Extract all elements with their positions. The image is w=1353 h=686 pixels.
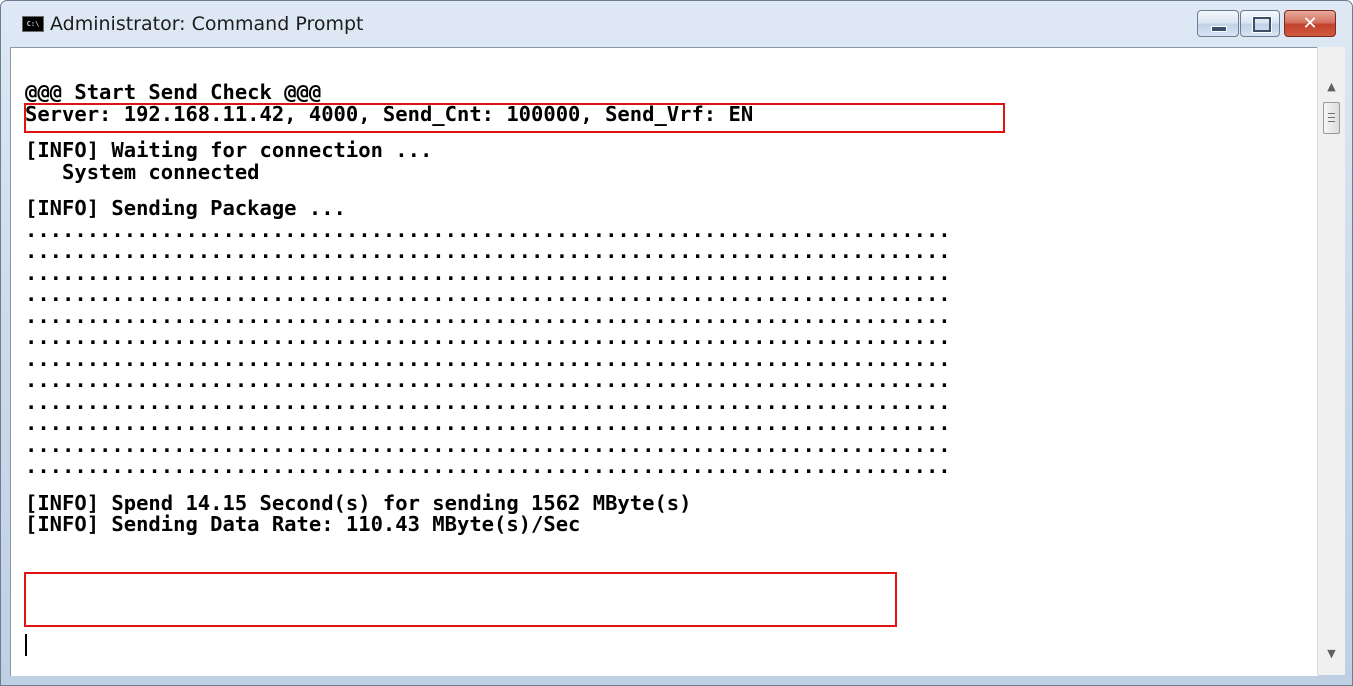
console-line: Server: 192.168.11.42, 4000, Send_Cnt: 1… — [25, 101, 754, 126]
vertical-scrollbar[interactable]: ▲ ▼ — [1317, 47, 1345, 675]
minimize-button[interactable] — [1197, 10, 1239, 37]
title-bar[interactable]: C:\ Administrator: Command Prompt ✕ — [1, 1, 1352, 47]
close-button[interactable]: ✕ — [1284, 10, 1336, 37]
highlight-box-summary-lines — [24, 572, 897, 627]
down-arrow-icon[interactable]: ▼ — [1318, 643, 1345, 665]
console-line: System connected — [25, 159, 260, 184]
minimize-icon — [1211, 26, 1227, 32]
command-prompt-window: C:\ Administrator: Command Prompt ✕ @@@ … — [0, 0, 1353, 686]
console-line: [INFO] Sending Package ... — [25, 196, 346, 220]
window-bottom-frame — [1, 675, 1352, 685]
console-line: ........................................… — [25, 389, 951, 414]
console-line: ........................................… — [25, 432, 951, 457]
console-line: ........................................… — [25, 303, 951, 328]
console-output[interactable]: @@@ Start Send Check @@@ Server: 192.168.… — [10, 47, 1318, 676]
maximize-icon — [1253, 17, 1271, 32]
text-cursor — [25, 634, 27, 656]
up-arrow-icon[interactable]: ▲ — [1318, 76, 1345, 98]
console-line: ........................................… — [25, 368, 951, 392]
console-line: ........................................… — [25, 282, 951, 306]
console-app-icon[interactable]: C:\ — [22, 16, 44, 32]
console-line: ........................................… — [25, 325, 951, 349]
close-icon: ✕ — [1302, 13, 1318, 34]
window-title: Administrator: Command Prompt — [50, 13, 364, 35]
console-line: ........................................… — [25, 217, 951, 242]
console-line: [INFO] Sending Data Rate: 110.43 MByte(s… — [25, 512, 581, 536]
console-line: ........................................… — [25, 346, 951, 371]
console-line: ........................................… — [25, 260, 951, 285]
scroll-thumb[interactable] — [1323, 102, 1340, 134]
console-line: [INFO] Waiting for connection ... — [25, 138, 433, 162]
console-line: ........................................… — [25, 239, 951, 263]
console-line: [INFO] Spend 14.15 Second(s) for sending… — [25, 490, 692, 515]
console-text: @@@ Start Send Check @@@ Server: 192.168.… — [25, 80, 951, 536]
console-line: ........................................… — [25, 454, 951, 478]
console-line: @@@ Start Send Check @@@ — [25, 80, 322, 104]
console-line: ........................................… — [25, 411, 951, 435]
maximize-button[interactable] — [1240, 10, 1280, 37]
